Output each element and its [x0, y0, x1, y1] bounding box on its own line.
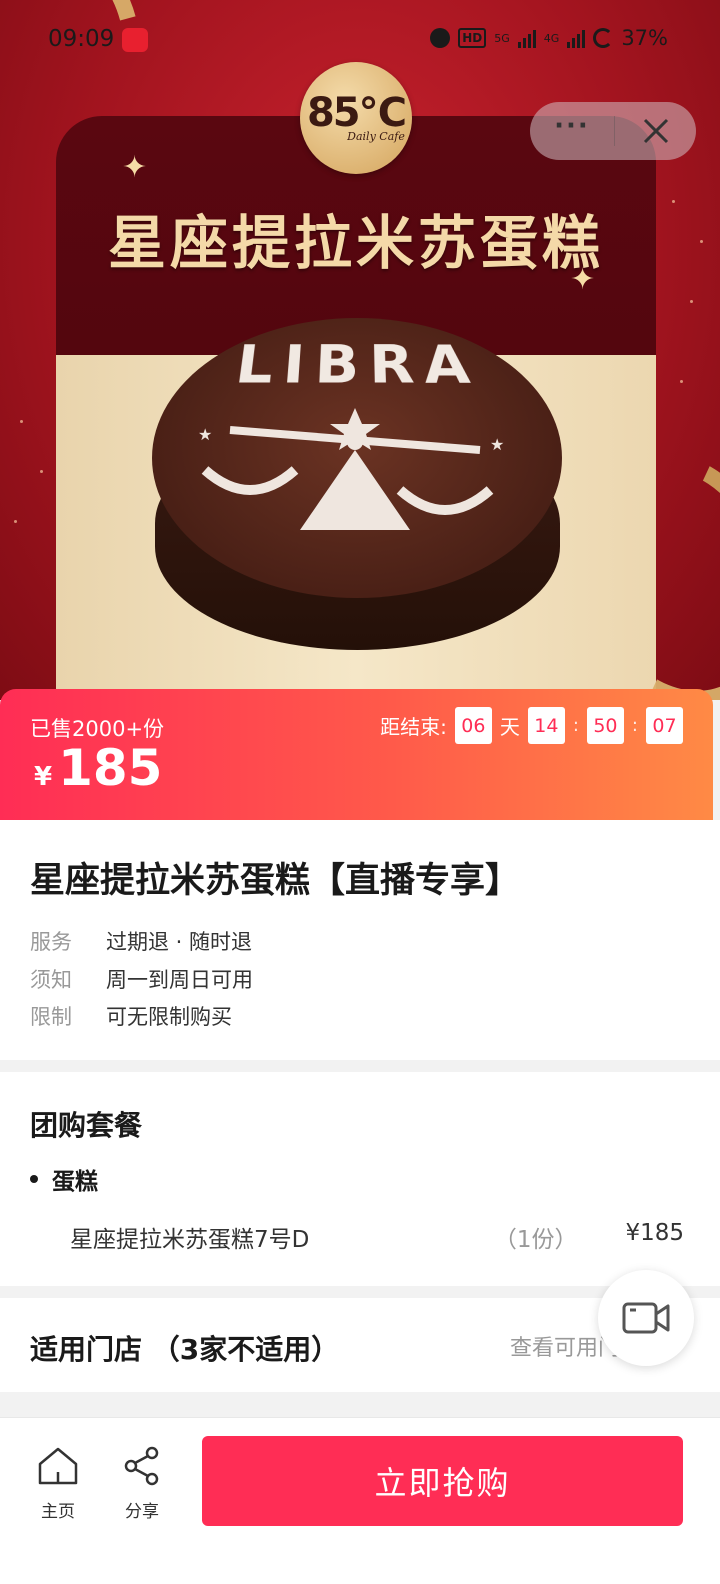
info-value: 过期退 · 随时退: [106, 930, 253, 954]
share-tab[interactable]: 分享: [112, 1446, 172, 1522]
home-label: 主页: [41, 1502, 75, 1522]
info-key: 服务: [30, 930, 72, 954]
info-key: 限制: [30, 1005, 72, 1029]
countdown-days: 06: [454, 707, 492, 744]
countdown-separator: :: [631, 715, 638, 736]
signal-icon: [517, 28, 536, 48]
battery-percent: 37%: [621, 26, 668, 50]
info-row-limit: 限制 可无限制购买: [30, 1001, 232, 1031]
countdown-hours: 14: [527, 707, 565, 744]
alarm-icon: [430, 28, 451, 48]
close-icon: [643, 118, 668, 144]
network-4g-label: 4G: [543, 31, 560, 45]
package-item: 星座提拉米苏蛋糕7号D （1份） ¥185: [70, 1220, 684, 1254]
countdown-label: 距结束:: [380, 715, 447, 739]
app-notification-icon: [122, 28, 148, 52]
stores-title: 适用门店 （3家不适用）: [30, 1333, 340, 1366]
svg-text:★: ★: [198, 425, 212, 444]
countdown-minutes: 50: [586, 707, 624, 744]
package-item-qty: （1份）: [493, 1227, 578, 1253]
more-button[interactable]: ···: [530, 113, 614, 139]
info-value: 周一到周日可用: [106, 968, 253, 992]
bottom-action-bar: 主页 分享 立即抢购: [0, 1417, 720, 1584]
info-value: 可无限制购买: [106, 1005, 232, 1029]
package-category-label: 蛋糕: [52, 1169, 98, 1195]
network-5g-label: 5G: [494, 31, 510, 45]
libra-scale-icon: ★ ★: [198, 408, 504, 530]
status-bar: 09:09 HD 5G 4G 37%: [0, 0, 720, 80]
package-item-price: ¥185: [625, 1220, 684, 1246]
product-info-card: 星座提拉米苏蛋糕【直播专享】 服务 过期退 · 随时退 须知 周一到周日可用 限…: [0, 820, 720, 1060]
countdown-separator: :: [572, 715, 579, 736]
battery-icon: [593, 28, 614, 48]
deal-price: ¥ 185: [34, 739, 162, 797]
share-label: 分享: [125, 1502, 159, 1522]
close-button[interactable]: [615, 116, 696, 146]
video-camera-icon: [622, 1302, 670, 1334]
brand-logo-text: 85℃: [306, 89, 407, 136]
info-row-notice: 须知 周一到周日可用: [30, 964, 253, 994]
miniprogram-capsule: ···: [530, 102, 696, 160]
deal-price-band: 已售2000+份 ¥ 185 距结束: 06 天 14 : 50 : 07: [0, 689, 713, 820]
share-icon: [124, 1446, 159, 1486]
status-icons: HD 5G 4G 37%: [430, 26, 668, 50]
currency-symbol: ¥: [34, 762, 53, 792]
sparkle-icon: ✦: [122, 150, 148, 185]
package-category: 蛋糕: [30, 1162, 98, 1196]
info-row-service: 服务 过期退 · 随时退: [30, 926, 252, 956]
package-item-name: 星座提拉米苏蛋糕7号D: [70, 1227, 310, 1253]
info-key: 须知: [30, 968, 72, 992]
package-title: 团购套餐: [30, 1109, 143, 1142]
hero-title: 星座提拉米苏蛋糕: [107, 209, 604, 277]
signal-icon: [567, 28, 586, 48]
hd-icon: HD: [458, 28, 487, 48]
countdown-day-unit: 天: [499, 715, 520, 739]
live-video-button[interactable]: [598, 1270, 694, 1366]
brand-logo-subtext: Daily Cafe: [347, 129, 405, 143]
product-title: 星座提拉米苏蛋糕【直播专享】: [30, 861, 521, 901]
bullet-dot: [30, 1175, 38, 1183]
countdown-seconds: 07: [646, 707, 683, 744]
cake-lettering: LIBRA: [231, 334, 484, 396]
countdown-timer: 距结束: 06 天 14 : 50 : 07: [380, 707, 683, 744]
home-icon: [38, 1447, 78, 1485]
price-value: 185: [58, 739, 163, 797]
svg-text:★: ★: [490, 435, 504, 454]
status-time: 09:09: [48, 26, 115, 52]
buy-now-button[interactable]: 立即抢购: [202, 1436, 683, 1526]
package-card: 团购套餐 蛋糕 星座提拉米苏蛋糕7号D （1份） ¥185: [0, 1072, 720, 1286]
home-tab[interactable]: 主页: [28, 1446, 88, 1522]
